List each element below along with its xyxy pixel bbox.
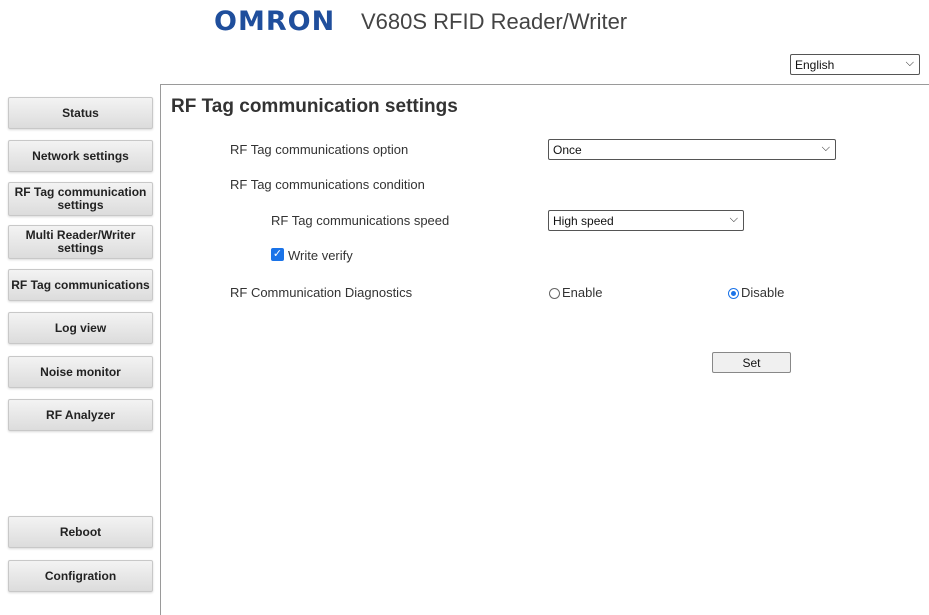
page-title: RF Tag communication settings [171, 96, 458, 117]
app-header: OMRON V680S RFID Reader/Writer [0, 0, 929, 50]
diagnostics-disable-radio[interactable] [728, 288, 739, 299]
nav-reboot-button[interactable]: Reboot [8, 516, 153, 548]
chevron-down-icon: ⌵ [821, 142, 830, 154]
nav-multi-reader-writer-settings-button[interactable]: Multi Reader/Writer settings [8, 225, 153, 259]
comm-speed-select[interactable]: High speed ⌵ [548, 210, 744, 231]
set-button[interactable]: Set [712, 352, 791, 373]
comm-condition-label: RF Tag communications condition [230, 177, 425, 192]
nav-status-button[interactable]: Status [8, 97, 153, 129]
chevron-down-icon: ⌵ [905, 57, 914, 69]
language-select-value: English [795, 57, 835, 72]
omron-logo: OMRON [214, 6, 336, 37]
nav-rf-tag-communication-settings-button[interactable]: RF Tag communication settings [8, 182, 153, 216]
comm-speed-value: High speed [553, 213, 614, 228]
nav-rf-analyzer-button[interactable]: RF Analyzer [8, 399, 153, 431]
diagnostics-enable-label: Enable [562, 285, 603, 300]
nav-noise-monitor-button[interactable]: Noise monitor [8, 356, 153, 388]
diagnostics-label: RF Communication Diagnostics [230, 285, 413, 300]
diagnostics-enable-radio[interactable] [549, 288, 560, 299]
diagnostics-disable-label: Disable [741, 285, 785, 300]
nav-rf-tag-communications-button[interactable]: RF Tag communications [8, 269, 153, 301]
nav-network-settings-button[interactable]: Network settings [8, 140, 153, 172]
nav-log-view-button[interactable]: Log view [8, 312, 153, 344]
chevron-down-icon: ⌵ [729, 213, 738, 225]
content-top-border [160, 84, 929, 85]
write-verify-checkbox[interactable]: ✓ [271, 248, 284, 261]
comm-option-label: RF Tag communications option [230, 142, 409, 157]
app-title: V680S RFID Reader/Writer [361, 9, 628, 34]
nav-configuration-button[interactable]: Configration [8, 560, 153, 592]
write-verify-label: Write verify [288, 248, 353, 263]
comm-speed-label: RF Tag communications speed [271, 213, 450, 228]
comm-option-select[interactable]: Once ⌵ [548, 139, 836, 160]
comm-option-value: Once [553, 142, 582, 157]
content-left-border [160, 84, 161, 615]
language-select[interactable]: English ⌵ [790, 54, 920, 75]
